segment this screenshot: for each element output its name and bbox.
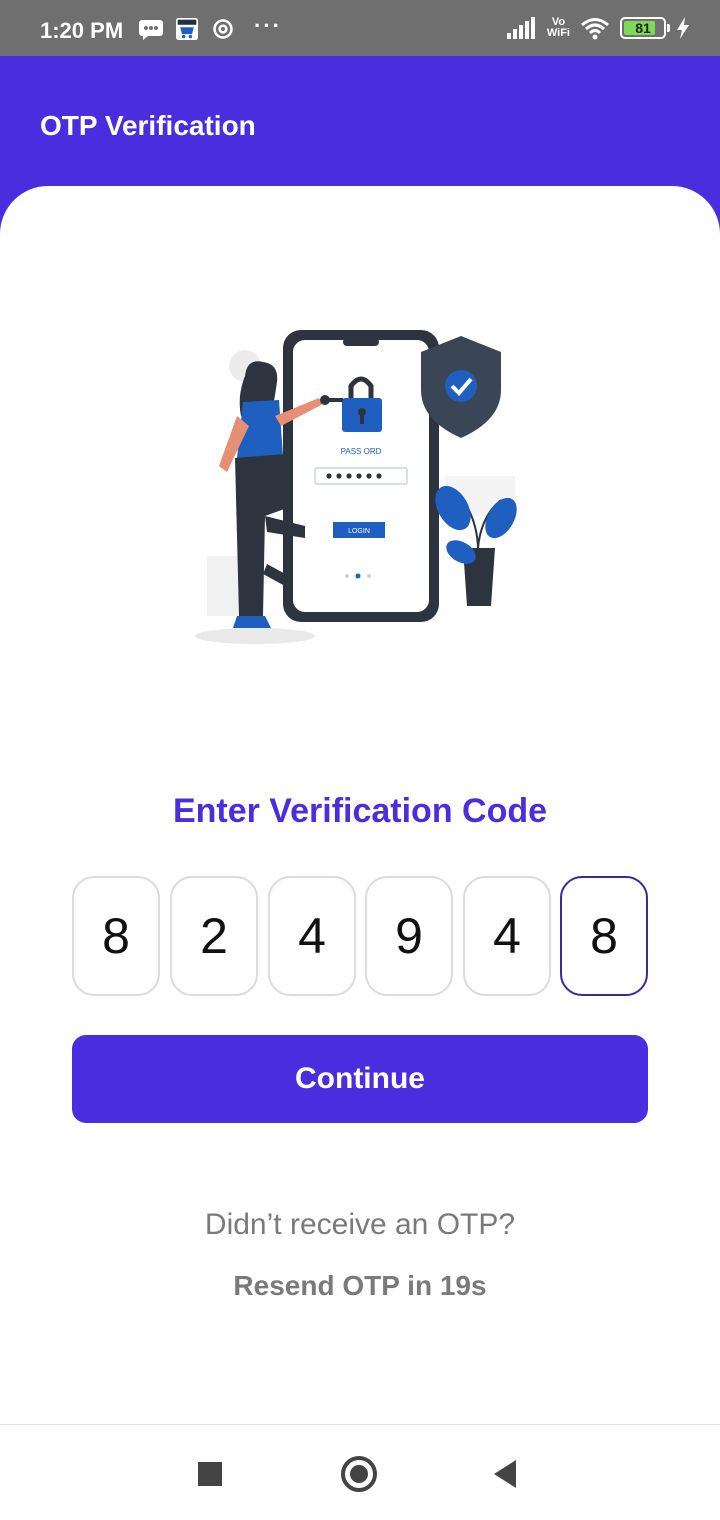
vowifi-bottom: WiFi xyxy=(546,27,570,39)
otp-digit-2[interactable]: 2 xyxy=(170,876,258,996)
status-icons-left: ··· xyxy=(138,13,282,40)
amazon-shopping-icon xyxy=(176,18,198,40)
app-bar: OTP Verification xyxy=(0,56,720,186)
resend-otp-timer[interactable]: Resend OTP in 19s xyxy=(0,1270,720,1302)
security-illustration: PASS ORD LOGIN xyxy=(195,330,517,644)
password-label: PASS ORD xyxy=(341,447,382,456)
back-triangle-icon[interactable] xyxy=(494,1460,516,1488)
battery-icon: 81 xyxy=(620,17,670,39)
continue-button[interactable]: Continue xyxy=(72,1035,648,1123)
otp-digit-4[interactable]: 9 xyxy=(365,876,453,996)
login-label: LOGIN xyxy=(348,528,370,535)
at-sign-icon xyxy=(213,19,233,39)
system-nav-bar xyxy=(0,1424,720,1520)
otp-digit-6[interactable]: 8 xyxy=(560,876,648,996)
status-time: 1:20 PM xyxy=(40,18,124,43)
recents-square-icon[interactable] xyxy=(198,1462,222,1486)
otp-input-row: 8 2 4 9 4 8 xyxy=(72,876,648,996)
otp-digit-1[interactable]: 8 xyxy=(72,876,160,996)
charging-icon xyxy=(677,17,689,39)
vowifi-icon: Vo WiFi xyxy=(547,17,570,39)
otp-digit-5[interactable]: 4 xyxy=(463,876,551,996)
key-icon xyxy=(320,395,330,405)
status-icons-right: Vo WiFi 81 xyxy=(506,16,690,40)
verification-heading: Enter Verification Code xyxy=(172,792,548,830)
signal-icon xyxy=(506,17,535,39)
status-bar: 1:20 PM ··· Vo WiFi 81 xyxy=(0,0,720,56)
battery-level: 81 xyxy=(635,20,651,36)
page-title: OTP Verification xyxy=(40,110,256,141)
home-circle-icon[interactable] xyxy=(341,1456,377,1492)
more-dots-icon: ··· xyxy=(254,13,282,38)
message-icon xyxy=(139,20,163,40)
otp-digit-3[interactable]: 4 xyxy=(268,876,356,996)
content-sheet: PASS ORD LOGIN Enter Verification Code 8… xyxy=(0,186,720,1424)
wifi-icon xyxy=(581,18,609,40)
resend-question: Didn’t receive an OTP? xyxy=(204,1208,516,1241)
